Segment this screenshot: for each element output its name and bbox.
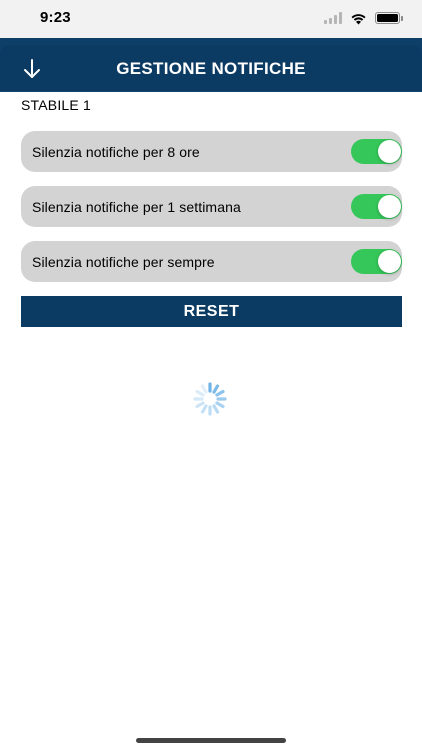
toggle-knob [378,250,401,273]
option-row-forever: Silenzia notifiche per sempre [21,241,402,282]
toggle-knob [378,140,401,163]
option-label: Silenzia notifiche per sempre [32,253,215,270]
option-label: Silenzia notifiche per 1 settimana [32,198,241,215]
toggle-knob [378,195,401,218]
screen: 9:23 GESTIONE NOTIFICHE STABILE 1 Silenz… [0,0,422,750]
option-row-8-hours: Silenzia notifiche per 8 ore [21,131,402,172]
wifi-icon [351,13,366,24]
toggle-1-week[interactable] [351,194,402,219]
loading-spinner-icon [193,382,227,416]
header: GESTIONE NOTIFICHE [0,45,422,92]
status-bar: 9:23 [0,0,422,38]
status-time: 9:23 [40,9,71,26]
signal-icon [324,12,342,24]
toggle-8-hours[interactable] [351,139,402,164]
reset-button[interactable]: RESET [21,296,402,327]
status-icons [324,11,403,25]
battery-icon [375,12,403,24]
option-row-1-week: Silenzia notifiche per 1 settimana [21,186,402,227]
page-title: GESTIONE NOTIFICHE [116,59,306,78]
home-indicator[interactable] [136,738,286,743]
options-list: Silenzia notifiche per 8 ore Silenzia no… [21,131,402,296]
option-label: Silenzia notifiche per 8 ore [32,143,200,160]
section-title: STABILE 1 [21,97,92,113]
toggle-forever[interactable] [351,249,402,274]
